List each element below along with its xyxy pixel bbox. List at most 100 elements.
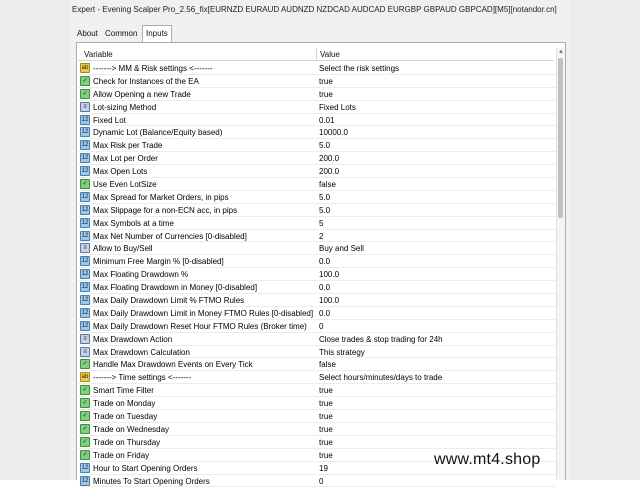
number-icon: 12 (80, 256, 90, 266)
column-divider[interactable] (316, 48, 317, 60)
table-row[interactable]: ≡Max Drawdown ActionClose trades & stop … (78, 333, 556, 346)
bool-icon: ✓ (80, 385, 90, 395)
number-icon: 12 (80, 463, 90, 473)
table-row[interactable]: ab-------> MM & Risk settings <-------Se… (78, 62, 556, 75)
table-row[interactable]: ✓Smart Time Filtertrue (78, 384, 556, 397)
variable-value[interactable]: 0 (319, 477, 323, 486)
variable-value[interactable]: 0.0 (319, 257, 330, 266)
table-row[interactable]: 12Max Daily Drawdown Limit in Money FTMO… (78, 307, 556, 320)
table-row[interactable]: 12Max Lot per Order200.0 (78, 152, 556, 165)
table-row[interactable]: ✓Trade on Wednesdaytrue (78, 423, 556, 436)
table-row[interactable]: ≡Lot-sizing MethodFixed Lots (78, 101, 556, 114)
variable-value[interactable]: 2 (319, 232, 323, 241)
number-icon: 12 (80, 282, 90, 292)
table-row[interactable]: 12Fixed Lot0.01 (78, 114, 556, 127)
table-row[interactable]: ✓Trade on Thursdaytrue (78, 436, 556, 449)
variable-value[interactable]: 5.0 (319, 193, 330, 202)
variable-name: Minimum Free Margin % [0-disabled] (93, 257, 224, 266)
variable-value[interactable]: 10000.0 (319, 128, 348, 137)
table-row[interactable]: ✓Trade on Mondaytrue (78, 397, 556, 410)
table-row[interactable]: ✓Handle Max Drawdown Events on Every Tic… (78, 358, 556, 371)
variable-value[interactable]: false (319, 360, 336, 369)
variable-value[interactable]: 5 (319, 219, 323, 228)
table-row[interactable]: 12Max Open Lots200.0 (78, 165, 556, 178)
table-row[interactable]: ✓Check for Instances of the EAtrue (78, 75, 556, 88)
table-row[interactable]: 12Max Risk per Trade5.0 (78, 139, 556, 152)
table-row[interactable]: ✓Use Even LotSizefalse (78, 178, 556, 191)
table-row[interactable]: 12Dynamic Lot (Balance/Equity based) 1000… (78, 126, 556, 139)
bool-icon: ✓ (80, 76, 90, 86)
number-icon: 12 (80, 127, 90, 137)
variable-value[interactable]: 0.01 (319, 116, 335, 125)
variable-value[interactable]: Select the risk settings (319, 64, 399, 73)
column-variable[interactable]: Variable (84, 50, 113, 59)
variable-value[interactable]: 200.0 (319, 167, 339, 176)
variable-name: Allow Opening a new Trade (93, 90, 191, 99)
table-row[interactable]: ≡Allow to Buy/SellBuy and Sell (78, 242, 556, 255)
number-icon: 12 (80, 321, 90, 331)
table-row[interactable]: 12Max Net Number of Currencies [0-disabl… (78, 230, 556, 243)
number-icon: 12 (80, 308, 90, 318)
variable-value[interactable]: true (319, 90, 333, 99)
scroll-up-icon[interactable]: ▲ (558, 49, 564, 55)
variable-value[interactable]: 0.0 (319, 309, 330, 318)
bool-icon: ✓ (80, 89, 90, 99)
ab-string-icon: ab (80, 63, 90, 73)
variable-value[interactable]: Select hours/minutes/days to trade (319, 373, 442, 382)
variable-name: Max Symbols at a time (93, 219, 174, 228)
tab-about[interactable]: About (74, 26, 101, 41)
variable-value[interactable]: 19 (319, 464, 328, 473)
variable-value[interactable]: Buy and Sell (319, 244, 364, 253)
variable-value[interactable]: 100.0 (319, 270, 339, 279)
tab-common[interactable]: Common (102, 26, 140, 41)
vertical-scrollbar[interactable]: ▲ (556, 48, 565, 480)
variable-name: Handle Max Drawdown Events on Every Tick (93, 360, 253, 369)
table-row[interactable]: 12Max Floating Drawdown % 100.0 (78, 268, 556, 281)
variable-name: Trade on Friday (93, 451, 149, 460)
variable-name: -------> Time settings <------- (93, 373, 191, 382)
variable-name: Minutes To Start Opening Orders (93, 477, 210, 486)
variable-value[interactable]: true (319, 425, 333, 434)
variable-name: Dynamic Lot (Balance/Equity based) (93, 128, 222, 137)
variable-value[interactable]: true (319, 451, 333, 460)
variable-value[interactable]: 0.0 (319, 283, 330, 292)
variable-value[interactable]: true (319, 399, 333, 408)
variable-value[interactable]: true (319, 412, 333, 421)
variable-value[interactable]: true (319, 438, 333, 447)
variable-value[interactable]: This strategy (319, 348, 365, 357)
table-row[interactable]: 12Minutes To Start Opening Orders0 (78, 475, 556, 487)
number-icon: 12 (80, 269, 90, 279)
variable-value[interactable]: true (319, 386, 333, 395)
variable-value[interactable]: Close trades & stop trading for 24h (319, 335, 443, 344)
variable-name: Max Floating Drawdown % (93, 270, 188, 279)
variable-value[interactable]: true (319, 77, 333, 86)
enum-icon: ≡ (80, 334, 90, 344)
tab-inputs[interactable]: Inputs (142, 25, 172, 42)
bool-icon: ✓ (80, 411, 90, 421)
number-icon: 12 (80, 153, 90, 163)
table-row[interactable]: ✓Allow Opening a new Trade true (78, 88, 556, 101)
variable-name: Allow to Buy/Sell (93, 244, 153, 253)
variable-value[interactable]: Fixed Lots (319, 103, 356, 112)
number-icon: 12 (80, 115, 90, 125)
table-row[interactable]: 12Max Floating Drawdown in Money [0-disa… (78, 281, 556, 294)
table-row[interactable]: 12Max Slippage for a non-ECN acc, in pip… (78, 204, 556, 217)
table-row[interactable]: 12Max Daily Drawdown Limit % FTMO Rules1… (78, 294, 556, 307)
table-row[interactable]: 12Minimum Free Margin % [0-disabled] 0.0 (78, 255, 556, 268)
variable-value[interactable]: 5.0 (319, 206, 330, 215)
column-value[interactable]: Value (320, 50, 340, 59)
table-row[interactable]: 12Max Daily Drawdown Reset Hour FTMO Rul… (78, 320, 556, 333)
variable-value[interactable]: false (319, 180, 336, 189)
variable-name: Max Spread for Market Orders, in pips (93, 193, 229, 202)
table-row[interactable]: ≡Max Drawdown CalculationThis strategy (78, 346, 556, 359)
table-row[interactable]: 12Max Spread for Market Orders, in pips5… (78, 191, 556, 204)
inputs-table: ab-------> MM & Risk settings <-------Se… (78, 62, 556, 487)
variable-value[interactable]: 200.0 (319, 154, 339, 163)
variable-value[interactable]: 5.0 (319, 141, 330, 150)
table-row[interactable]: ✓Trade on Tuesdaytrue (78, 410, 556, 423)
variable-value[interactable]: 0 (319, 322, 323, 331)
table-row[interactable]: ab-------> Time settings <-------Select … (78, 371, 556, 384)
scroll-thumb[interactable] (558, 58, 563, 218)
variable-value[interactable]: 100.0 (319, 296, 339, 305)
table-row[interactable]: 12Max Symbols at a time5 (78, 217, 556, 230)
